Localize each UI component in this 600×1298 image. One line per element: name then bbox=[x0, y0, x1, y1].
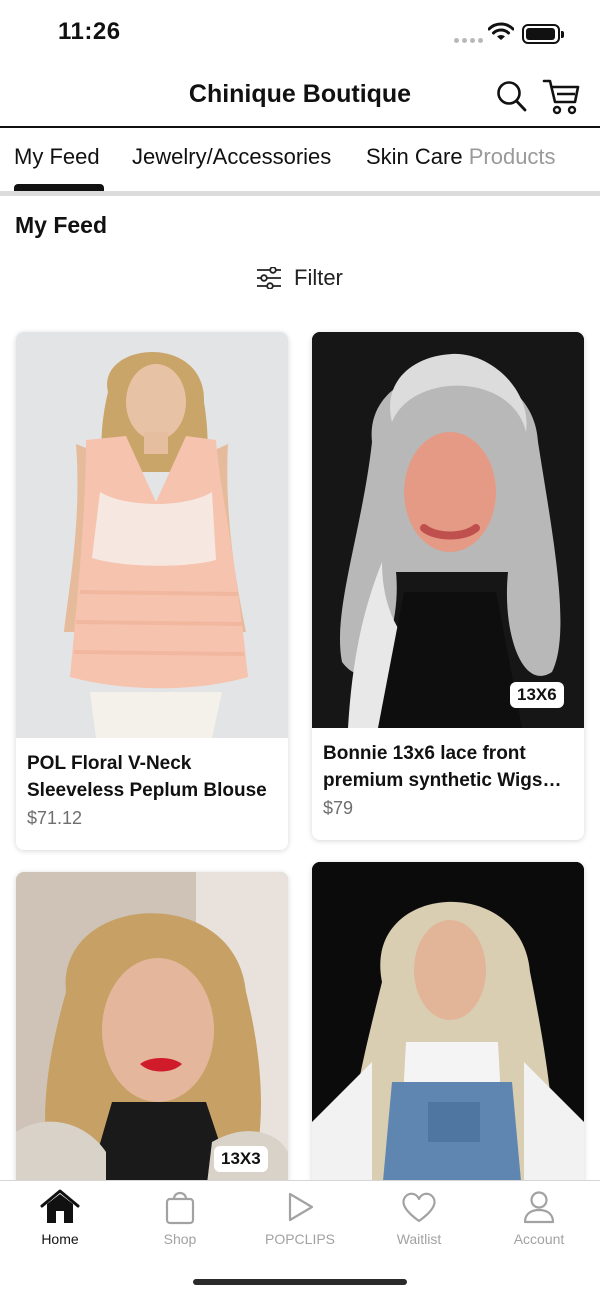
size-badge: 13X6 bbox=[510, 682, 564, 708]
product-price: $71.12 bbox=[27, 808, 83, 828]
product-image[interactable] bbox=[16, 332, 288, 738]
section-title: My Feed bbox=[15, 212, 108, 238]
nav-label: Shop bbox=[163, 1231, 197, 1247]
product-card[interactable]: 13X3 bbox=[16, 872, 288, 1192]
tab-jewelry-accessories[interactable]: Jewelry/Accessories bbox=[132, 144, 331, 170]
product-name[interactable]: Bonnie 13x6 lace front premium synthetic… bbox=[323, 740, 574, 794]
filter-button[interactable]: Filter bbox=[256, 262, 343, 294]
product-price: $79 bbox=[323, 798, 354, 818]
nav-label: POPCLIPS bbox=[264, 1231, 336, 1247]
status-bar: 11:26 bbox=[0, 0, 600, 64]
nav-popclips[interactable]: POPCLIPS bbox=[245, 1189, 355, 1247]
active-tab-indicator bbox=[14, 184, 104, 191]
product-image[interactable] bbox=[16, 872, 288, 1192]
product-name[interactable]: POL Floral V-Neck Sleeveless Peplum Blou… bbox=[27, 750, 278, 804]
heart-icon bbox=[402, 1192, 436, 1223]
category-tabs: My Feed Jewelry/Accessories Skin Care Pr… bbox=[0, 130, 600, 196]
wifi-icon bbox=[488, 22, 514, 40]
filter-label: Filter bbox=[294, 265, 343, 290]
product-image[interactable] bbox=[312, 332, 584, 728]
search-icon[interactable] bbox=[496, 80, 528, 114]
nav-shop[interactable]: Shop bbox=[125, 1189, 235, 1247]
nav-label: Account bbox=[513, 1231, 565, 1247]
nav-label: Waitlist bbox=[396, 1231, 442, 1247]
play-icon bbox=[288, 1192, 314, 1222]
product-info: POL Floral V-Neck Sleeveless Peplum Blou… bbox=[27, 750, 278, 829]
product-info: Bonnie 13x6 lace front premium synthetic… bbox=[323, 740, 574, 819]
nav-label: Home bbox=[41, 1231, 79, 1247]
status-time: 11:26 bbox=[58, 18, 121, 45]
home-indicator bbox=[193, 1279, 407, 1285]
battery-icon bbox=[522, 24, 564, 44]
signal-icon bbox=[454, 38, 483, 43]
nav-account[interactable]: Account bbox=[484, 1189, 594, 1247]
product-card[interactable] bbox=[312, 862, 584, 1192]
tab-my-feed[interactable]: My Feed bbox=[14, 144, 100, 170]
sliders-icon bbox=[257, 267, 281, 289]
home-icon bbox=[40, 1189, 80, 1223]
size-badge: 13X3 bbox=[214, 1146, 268, 1172]
product-card[interactable]: POL Floral V-Neck Sleeveless Peplum Blou… bbox=[16, 332, 288, 850]
person-icon bbox=[523, 1191, 555, 1224]
product-image[interactable] bbox=[312, 862, 584, 1192]
bag-icon bbox=[165, 1191, 195, 1225]
cart-icon[interactable] bbox=[542, 78, 580, 116]
product-card[interactable]: 13X6 Bonnie 13x6 lace front premium synt… bbox=[312, 332, 584, 840]
tab-skin-care-products[interactable]: Skin Care Products bbox=[366, 144, 556, 170]
nav-waitlist[interactable]: Waitlist bbox=[364, 1189, 474, 1247]
nav-home[interactable]: Home bbox=[5, 1189, 115, 1247]
